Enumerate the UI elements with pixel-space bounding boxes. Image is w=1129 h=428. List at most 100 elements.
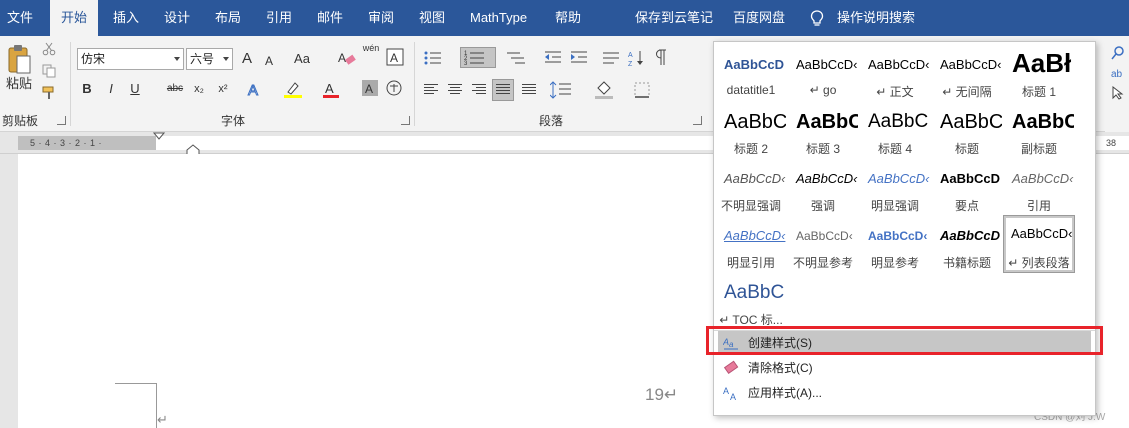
- shrink-font-button[interactable]: A: [262, 51, 276, 71]
- tab-save-cloud-note[interactable]: 保存到云笔记: [635, 0, 713, 36]
- font-color-icon[interactable]: A: [322, 80, 340, 98]
- text-effects-icon[interactable]: A: [246, 80, 264, 99]
- align-right-icon[interactable]: [472, 84, 486, 96]
- first-line-indent-marker-icon[interactable]: [153, 132, 165, 142]
- find-icon[interactable]: [1111, 46, 1125, 60]
- style-preview: AaBbCcD: [940, 228, 1000, 243]
- style-preview: AaBbCcD‹: [724, 171, 786, 186]
- style-intense-emphasis[interactable]: AaBbCcD‹ 明显强调: [860, 159, 930, 215]
- style-intense-quote[interactable]: AaBbCcD‹ 明显引用: [716, 216, 786, 272]
- distributed-icon[interactable]: [522, 84, 536, 96]
- tab-home[interactable]: 开始: [50, 0, 98, 36]
- style-emphasis[interactable]: AaBbCcD‹ 强调: [788, 159, 858, 215]
- ribbon-right-edge: ab: [1105, 36, 1129, 132]
- tab-review[interactable]: 审阅: [368, 0, 394, 36]
- style-intense-reference[interactable]: AaBbCcD‹ 明显参考: [860, 216, 930, 272]
- clear-formatting-command[interactable]: 清除格式(C): [718, 356, 1091, 380]
- superscript-button[interactable]: x²: [215, 79, 231, 99]
- style-preview: AaBbCcD‹: [796, 57, 858, 72]
- paragraph-launcher-icon[interactable]: [693, 116, 702, 125]
- cut-icon[interactable]: [42, 42, 56, 56]
- clear-format-icon[interactable]: A: [338, 50, 356, 66]
- italic-button[interactable]: I: [104, 79, 118, 99]
- style-heading-4[interactable]: AaBbC 标题 4: [860, 102, 930, 158]
- paragraph-mark-icon[interactable]: [652, 48, 668, 66]
- chinese-layout-icon[interactable]: [602, 50, 620, 66]
- sort-icon[interactable]: AZ: [628, 49, 646, 67]
- replace-icon[interactable]: ab: [1111, 66, 1125, 80]
- tab-insert[interactable]: 插入: [113, 0, 139, 36]
- tab-design[interactable]: 设计: [164, 0, 190, 36]
- apply-styles-command[interactable]: A A 应用样式(A)...: [718, 381, 1091, 405]
- style-no-spacing[interactable]: AaBbCcD‹ ↵ 无间隔: [932, 45, 1002, 101]
- style-subtle-reference[interactable]: AaBbCcD‹ 不明显参考: [788, 216, 858, 272]
- style-heading-1[interactable]: AaBł 标题 1: [1004, 45, 1074, 101]
- style-title[interactable]: AaBbC 标题: [932, 102, 1002, 158]
- tab-baidu-netdisk[interactable]: 百度网盘: [733, 0, 785, 36]
- tell-me-search[interactable]: 操作说明搜索: [837, 0, 915, 36]
- font-name-box[interactable]: 仿宋: [77, 48, 184, 70]
- character-shading-icon[interactable]: A: [362, 80, 378, 96]
- style-preview: AaBbC: [724, 282, 785, 303]
- font-size-box[interactable]: 六号: [186, 48, 233, 70]
- line-spacing-icon[interactable]: [550, 81, 572, 99]
- multilevel-list-icon[interactable]: [506, 50, 526, 66]
- style-name: 标题 1: [1021, 85, 1056, 99]
- bullets-icon[interactable]: [424, 50, 442, 66]
- tab-view[interactable]: 视图: [419, 0, 445, 36]
- style-book-title[interactable]: AaBbCcD 书籍标题: [932, 216, 1002, 272]
- style-preview: AaBbC: [1012, 111, 1074, 133]
- align-left-icon[interactable]: [424, 84, 438, 96]
- chevron-down-icon: [223, 57, 229, 61]
- justify-button[interactable]: [492, 79, 514, 101]
- clipboard-group-label: 剪贴板: [2, 114, 39, 128]
- paste-label[interactable]: 粘贴: [4, 74, 34, 94]
- change-case-button[interactable]: Aa: [290, 49, 314, 69]
- tab-file[interactable]: 文件: [7, 0, 33, 36]
- style-name: ↵ 无间隔: [942, 85, 992, 99]
- format-painter-icon[interactable]: [42, 86, 58, 100]
- borders-icon[interactable]: [634, 82, 650, 98]
- style-heading-3[interactable]: AaBbC 标题 3: [788, 102, 858, 158]
- style-go[interactable]: AaBbCcD‹ ↵ go: [788, 45, 858, 101]
- subscript-button[interactable]: x₂: [191, 79, 207, 99]
- decrease-indent-icon[interactable]: [544, 50, 562, 66]
- highlight-annotation-box: [706, 326, 1103, 355]
- tab-help[interactable]: 帮助: [555, 0, 581, 36]
- increase-indent-icon[interactable]: [570, 50, 588, 66]
- shading-icon[interactable]: [594, 80, 614, 100]
- phonetic-guide-button[interactable]: wén: [360, 43, 382, 63]
- style-quote[interactable]: AaBbCcD‹ 引用: [1004, 159, 1074, 215]
- style-strong[interactable]: AaBbCcD 要点: [932, 159, 1002, 215]
- numbering-icon[interactable]: 1 2 3: [460, 47, 496, 68]
- bold-button[interactable]: B: [80, 79, 94, 99]
- tab-mailings[interactable]: 邮件: [317, 0, 343, 36]
- page-number-text[interactable]: 19↵: [645, 385, 678, 405]
- enclose-characters-icon[interactable]: [386, 80, 402, 96]
- select-cursor-icon[interactable]: [1111, 86, 1125, 100]
- style-normal[interactable]: AaBbCcD‹ ↵ 正文: [860, 45, 930, 101]
- style-datatitle1[interactable]: AaBbCcD datatitle1: [716, 45, 786, 101]
- style-heading-2[interactable]: AaBbC 标题 2: [716, 102, 786, 158]
- clipboard-launcher-icon[interactable]: [57, 116, 66, 125]
- tab-layout[interactable]: 布局: [215, 0, 241, 36]
- tab-mathtype[interactable]: MathType: [470, 0, 527, 36]
- underline-button[interactable]: U: [128, 79, 142, 99]
- character-border-icon[interactable]: A: [386, 48, 404, 66]
- copy-icon[interactable]: [42, 64, 56, 78]
- grow-font-button[interactable]: A: [238, 49, 256, 69]
- align-center-icon[interactable]: [448, 84, 462, 96]
- apply-styles-label: 应用样式(A)...: [748, 386, 822, 400]
- svg-text:A: A: [338, 51, 346, 65]
- style-subtitle[interactable]: AaBbC 副标题: [1004, 102, 1074, 158]
- style-toc-heading[interactable]: AaBbC ↵ TOC 标...: [716, 273, 786, 329]
- tab-references[interactable]: 引用: [266, 0, 292, 36]
- style-name: 明显引用: [726, 256, 775, 270]
- style-name: ↵ 正文: [876, 85, 914, 99]
- font-launcher-icon[interactable]: [401, 116, 410, 125]
- style-list-paragraph[interactable]: AaBbCcD‹ ↵ 列表段落: [1003, 215, 1075, 273]
- style-subtle-emphasis[interactable]: AaBbCcD‹ 不明显强调: [716, 159, 786, 215]
- highlight-color-icon[interactable]: [283, 80, 303, 98]
- strikethrough-button[interactable]: abc: [166, 79, 184, 99]
- paste-icon[interactable]: [6, 42, 32, 76]
